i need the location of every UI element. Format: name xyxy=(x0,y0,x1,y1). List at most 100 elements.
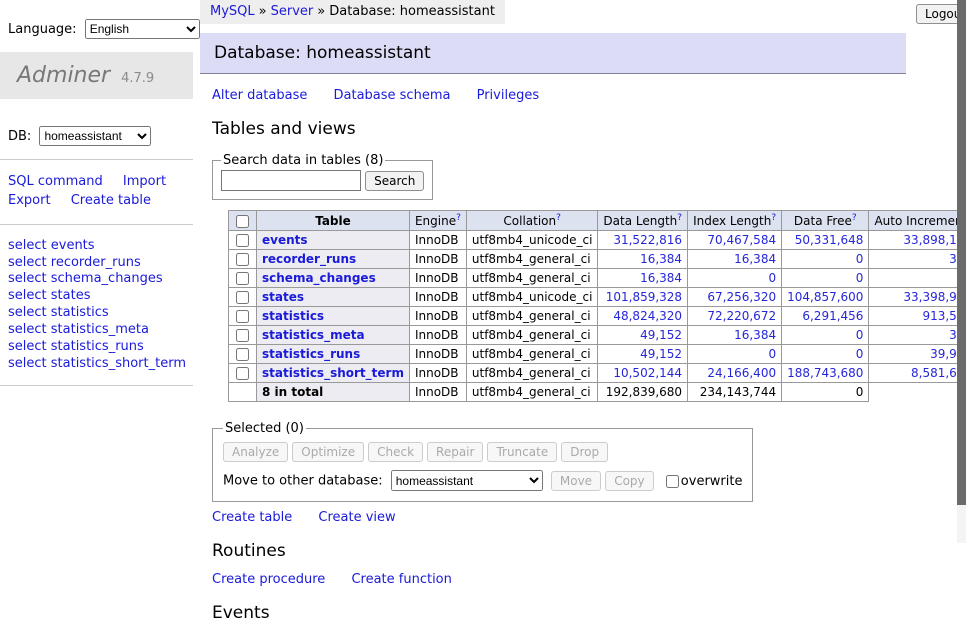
auto-increment-cell: 33,898,196 xyxy=(869,231,966,250)
row-checkbox[interactable] xyxy=(236,272,249,285)
table-link[interactable]: statistics_runs xyxy=(262,347,360,361)
column-header-index-length: Index Length? xyxy=(688,211,782,231)
data-length-cell: 49,152 xyxy=(598,345,688,364)
table-link[interactable]: recorder_runs xyxy=(262,252,356,266)
table-row: schema_changesInnoDButf8mb4_general_ci16… xyxy=(229,269,966,288)
sidebar-select-statistics-runs[interactable]: select statistics_runs xyxy=(8,339,193,355)
breadcrumb-separator: » xyxy=(317,4,325,19)
collation-cell: utf8mb4_general_ci xyxy=(466,269,598,288)
check-button[interactable]: Check xyxy=(368,442,423,462)
row-checkbox[interactable] xyxy=(236,253,249,266)
index-length-cell: 16,384 xyxy=(688,326,782,345)
database-schema-link[interactable]: Database schema xyxy=(334,88,451,103)
total-collation-cell: utf8mb4_general_ci xyxy=(466,383,598,402)
sidebar-select-statistics[interactable]: select statistics xyxy=(8,305,193,321)
routine-links: Create procedure Create function xyxy=(212,572,906,587)
create-function-link[interactable]: Create function xyxy=(351,572,451,587)
index-length-cell: 24,166,400 xyxy=(688,364,782,383)
index-length-cell: 0 xyxy=(688,345,782,364)
row-checkbox[interactable] xyxy=(236,348,249,361)
breadcrumb-server[interactable]: Server xyxy=(271,4,314,19)
page-title: Database: homeassistant xyxy=(200,33,906,74)
data-length-cell: 101,859,328 xyxy=(598,288,688,307)
create-procedure-link[interactable]: Create procedure xyxy=(212,572,325,587)
total-label-cell: 8 in total xyxy=(257,383,410,402)
table-link[interactable]: states xyxy=(262,290,304,304)
row-checkbox[interactable] xyxy=(236,367,249,380)
index-length-cell: 67,256,320 xyxy=(688,288,782,307)
data-free-cell: 50,331,648 xyxy=(782,231,869,250)
row-checkbox-cell xyxy=(229,288,257,307)
db-label: DB: xyxy=(8,129,31,144)
collation-cell: utf8mb4_unicode_ci xyxy=(466,288,598,307)
scrollbar-thumb[interactable] xyxy=(957,0,966,505)
sidebar-select-schema-changes[interactable]: select schema_changes xyxy=(8,271,193,287)
analyze-button[interactable]: Analyze xyxy=(223,442,288,462)
table-link[interactable]: statistics_meta xyxy=(262,328,365,342)
selected-buttons-row: AnalyzeOptimizeCheckRepairTruncateDrop xyxy=(223,442,742,462)
sidebar-select-statistics-meta[interactable]: select statistics_meta xyxy=(8,322,193,338)
help-icon[interactable]: ? xyxy=(556,213,561,223)
collation-cell: utf8mb4_general_ci xyxy=(466,326,598,345)
data-free-cell: 104,857,600 xyxy=(782,288,869,307)
move-database-select[interactable]: homeassistant xyxy=(391,470,543,491)
search-input[interactable] xyxy=(221,170,361,191)
table-link[interactable]: statistics xyxy=(262,309,324,323)
sidebar-select-statistics-short-term[interactable]: select statistics_short_term xyxy=(8,356,193,372)
select-all-cell xyxy=(229,211,257,231)
privileges-link[interactable]: Privileges xyxy=(477,88,540,103)
auto-increment-cell: 913,577 xyxy=(869,307,966,326)
sidebar-link-export[interactable]: Export xyxy=(8,193,51,208)
row-checkbox-cell xyxy=(229,231,257,250)
move-button[interactable]: Move xyxy=(551,471,601,491)
table-link[interactable]: events xyxy=(262,233,308,247)
help-icon[interactable]: ? xyxy=(852,213,857,223)
divider xyxy=(0,224,193,225)
column-header-table: Table xyxy=(257,211,410,231)
create-table-link[interactable]: Create table xyxy=(212,510,292,525)
row-checkbox[interactable] xyxy=(236,329,249,342)
engine-cell: InnoDB xyxy=(409,288,466,307)
sidebar-select-recorder-runs[interactable]: select recorder_runs xyxy=(8,255,193,271)
events-heading: Events xyxy=(212,603,906,623)
drop-button[interactable]: Drop xyxy=(561,442,608,462)
db-select[interactable]: homeassistant xyxy=(39,126,151,146)
row-checkbox[interactable] xyxy=(236,234,249,247)
select-all-checkbox[interactable] xyxy=(236,215,249,228)
search-button[interactable]: Search xyxy=(365,171,424,191)
optimize-button[interactable]: Optimize xyxy=(292,442,364,462)
sidebar-select-events[interactable]: select events xyxy=(8,238,193,254)
create-view-link[interactable]: Create view xyxy=(318,510,395,525)
sidebar-select-states[interactable]: select states xyxy=(8,288,193,304)
vertical-scrollbar[interactable] xyxy=(957,0,966,543)
row-checkbox[interactable] xyxy=(236,291,249,304)
table-link[interactable]: statistics_short_term xyxy=(262,366,404,380)
collation-cell: utf8mb4_general_ci xyxy=(466,307,598,326)
sidebar-link-import[interactable]: Import xyxy=(123,174,166,189)
breadcrumb-mysql[interactable]: MySQL xyxy=(210,4,255,19)
copy-button[interactable]: Copy xyxy=(605,471,653,491)
collation-cell: utf8mb4_unicode_ci xyxy=(466,231,598,250)
breadcrumb: MySQL»Server»Database: homeassistant xyxy=(200,0,505,24)
table-name-cell: statistics_short_term xyxy=(257,364,410,383)
table-link[interactable]: schema_changes xyxy=(262,271,376,285)
data-length-cell: 16,384 xyxy=(598,269,688,288)
repair-button[interactable]: Repair xyxy=(427,442,483,462)
help-icon[interactable]: ? xyxy=(677,213,682,223)
row-checkbox-cell xyxy=(229,326,257,345)
truncate-button[interactable]: Truncate xyxy=(487,442,557,462)
data-free-cell: 0 xyxy=(782,250,869,269)
sidebar-link-create-table[interactable]: Create table xyxy=(71,193,151,208)
column-header-data-free: Data Free? xyxy=(782,211,869,231)
table-name-cell: recorder_runs xyxy=(257,250,410,269)
alter-database-link[interactable]: Alter database xyxy=(212,88,307,103)
app-title: Adminer 4.7.9 xyxy=(0,52,193,99)
table-row: statistics_short_termInnoDButf8mb4_gener… xyxy=(229,364,966,383)
row-checkbox[interactable] xyxy=(236,310,249,323)
help-icon[interactable]: ? xyxy=(771,213,776,223)
sidebar-link-sql-command[interactable]: SQL command xyxy=(8,174,103,189)
index-length-cell: 70,467,584 xyxy=(688,231,782,250)
language-select[interactable]: English xyxy=(85,19,200,39)
overwrite-checkbox[interactable] xyxy=(666,475,679,488)
help-icon[interactable]: ? xyxy=(456,213,461,223)
